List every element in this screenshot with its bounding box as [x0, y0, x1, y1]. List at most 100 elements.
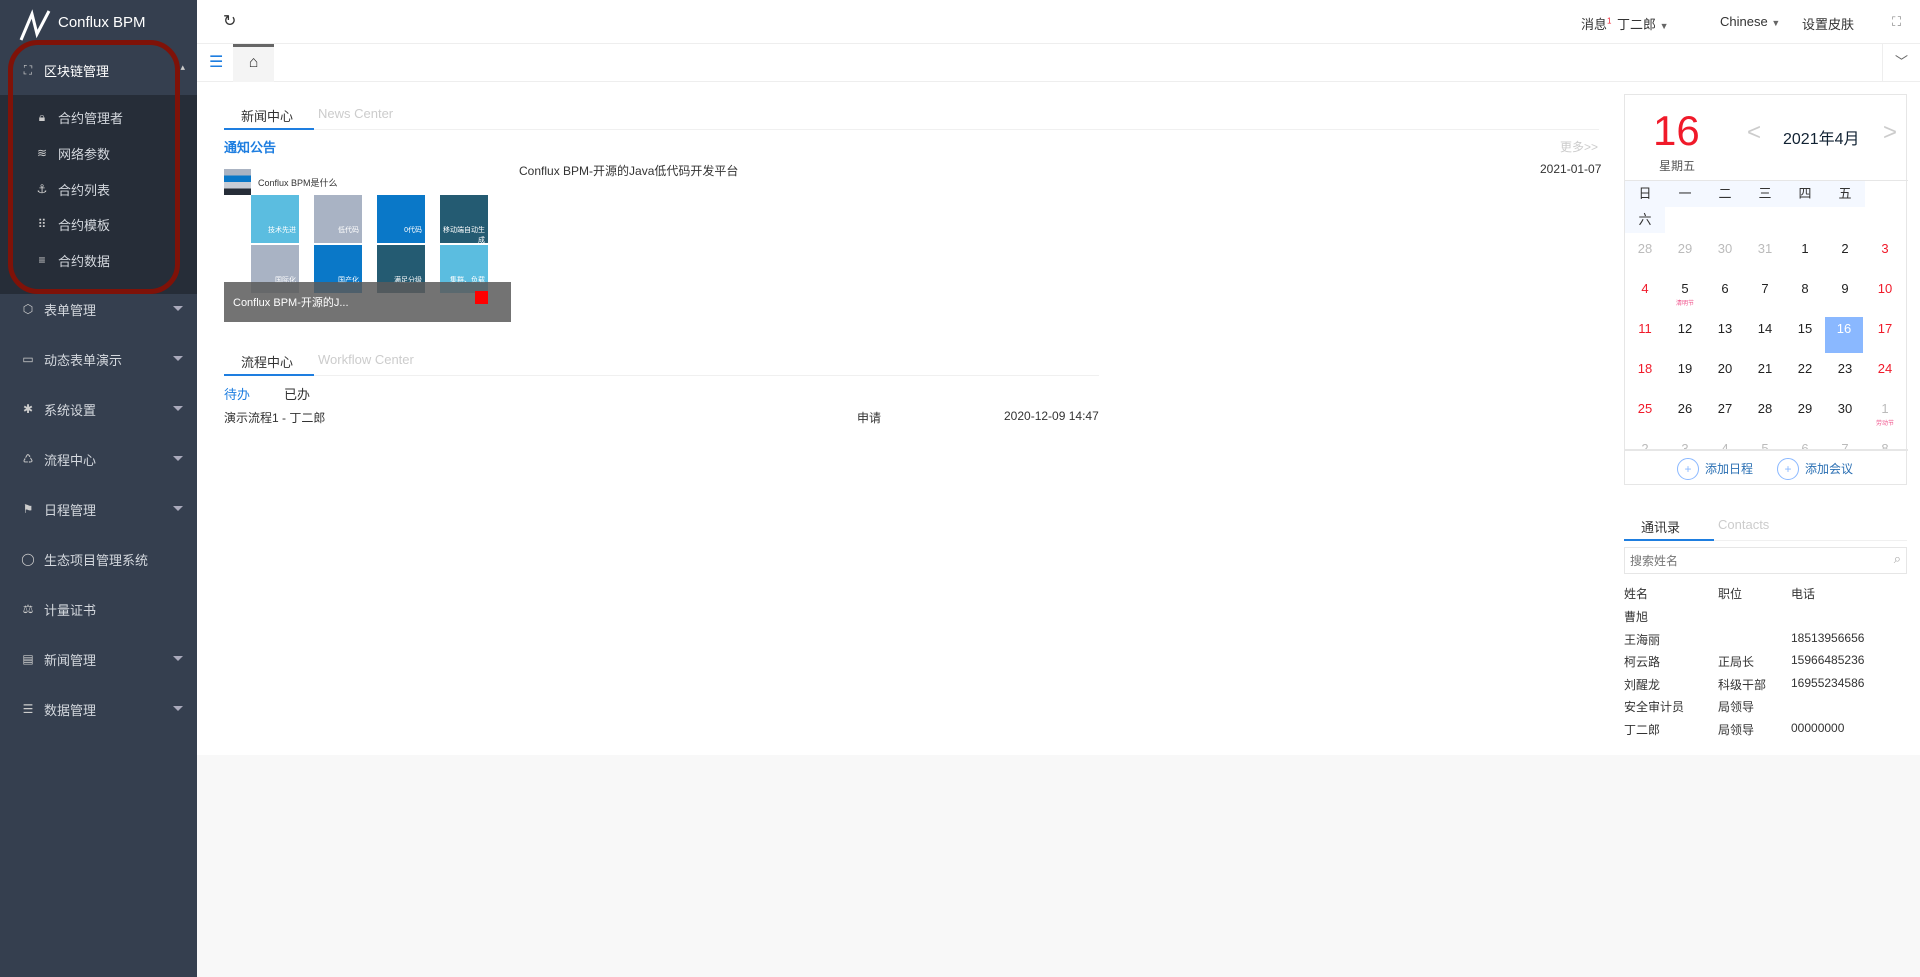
balance-icon: ⚖ [22, 602, 34, 616]
day-number: 1 [1881, 401, 1889, 416]
plus-icon: + [1777, 458, 1799, 480]
calendar-day[interactable]: 6 [1705, 277, 1745, 313]
contact-cell: 曹旭 [1624, 610, 1649, 624]
add-meeting-button[interactable]: + 添加会议 [1777, 458, 1853, 480]
calendar-day[interactable]: 11 [1625, 317, 1665, 353]
calendar-day[interactable]: 28 [1745, 397, 1785, 433]
calendar-day[interactable]: 17 [1865, 317, 1905, 353]
news-image[interactable]: Conflux BPM是什么 技术先进 低代码 0代码 移动端自动生成 国际化 国产化 满足… [224, 169, 511, 322]
sidebar-item[interactable]: ◯ 生态项目管理系统 [0, 539, 197, 579]
calendar-day[interactable]: 8 [1785, 277, 1825, 313]
day-number: 29 [1797, 401, 1813, 416]
calendar-day[interactable]: 18 [1625, 357, 1665, 393]
calendar-day[interactable]: 23 [1825, 357, 1865, 393]
sidebar-item[interactable]: ✱ 系统设置 [0, 389, 197, 429]
calendar-day[interactable]: 1 劳动节 [1865, 397, 1905, 433]
day-number: 3 [1881, 241, 1889, 256]
calendar-day[interactable]: 2 [1625, 437, 1665, 449]
tab-home[interactable]: ⌂ [233, 44, 274, 82]
title-cn: 通讯录 [1624, 517, 1714, 541]
calendar-day[interactable]: 8 [1865, 437, 1905, 449]
tile-label: 移动端自动生成 [443, 227, 485, 244]
calendar-day[interactable]: 10 [1865, 277, 1905, 313]
calendar-day[interactable]: 29 [1785, 397, 1825, 433]
top-bar: ↻ 消息1 丁二郎 ▼ Chinese ▼ 设置皮肤 ⛶ [197, 0, 1920, 44]
calendar-day[interactable]: 5 [1745, 437, 1785, 449]
search-icon[interactable]: ⌕ [1894, 551, 1901, 567]
calendar-day[interactable]: 26 [1665, 397, 1705, 433]
day-number: 23 [1837, 361, 1853, 376]
sidebar-item[interactable]: ⚑ 日程管理 [0, 489, 197, 529]
calendar-day[interactable]: 4 [1705, 437, 1745, 449]
calendar-day[interactable]: 27 [1705, 397, 1745, 433]
weekday-header: 四 [1785, 181, 1825, 207]
calendar-day[interactable]: 2 [1825, 237, 1865, 273]
calendar-day[interactable]: 25 [1625, 397, 1665, 433]
day-number: 16 [1836, 321, 1852, 336]
day-number: 26 [1677, 401, 1693, 416]
sidebar-item[interactable]: ⚖ 计量证书 [0, 589, 197, 629]
add-schedule-button[interactable]: + 添加日程 [1677, 458, 1753, 480]
news-section-title: 新闻中心 News Center [224, 106, 1599, 130]
contacts-header: 姓名 [1624, 587, 1649, 601]
calendar-day[interactable]: 7 [1745, 277, 1785, 313]
menu-toggle-icon[interactable]: ☰ [209, 52, 223, 72]
refresh-icon[interactable]: ↻ [223, 11, 236, 31]
skin-settings-link[interactable]: 设置皮肤 [1802, 14, 1854, 33]
user-dropdown[interactable]: 丁二郎 ▼ [1617, 14, 1669, 33]
language-dropdown[interactable]: Chinese ▼ [1720, 14, 1780, 29]
sidebar-item[interactable]: ▭ 动态表单演示 [0, 339, 197, 379]
tab-todo[interactable]: 待办 [224, 384, 250, 403]
fullscreen-icon[interactable]: ⛶ [1892, 14, 1901, 30]
day-number: 22 [1797, 361, 1813, 376]
calendar-day[interactable]: 29 [1665, 237, 1705, 273]
calendar-day[interactable]: 21 [1745, 357, 1785, 393]
news-logo-icon [224, 169, 251, 195]
contact-cell: 安全审计员 [1624, 700, 1685, 714]
calendar-day[interactable]: 20 [1705, 357, 1745, 393]
calendar-day[interactable]: 1 [1785, 237, 1825, 273]
calendar-day[interactable]: 16 [1825, 317, 1863, 353]
calendar-day[interactable]: 5 清明节 [1665, 277, 1705, 313]
calendar-day[interactable]: 3 [1865, 237, 1905, 273]
day-number: 17 [1877, 321, 1893, 336]
logo-icon [19, 9, 51, 41]
prev-month-button[interactable]: < [1747, 119, 1761, 147]
day-number: 12 [1677, 321, 1693, 336]
sidebar-item[interactable]: ♺ 流程中心 [0, 439, 197, 479]
calendar-day[interactable]: 30 [1825, 397, 1865, 433]
calendar-day[interactable]: 9 [1825, 277, 1865, 313]
workflow-row-time: 2020-12-09 14:47 [1004, 409, 1099, 423]
contact-search-input[interactable] [1624, 547, 1907, 574]
home-icon: ⌂ [248, 54, 259, 71]
sidebar-item[interactable]: ⬡ 表单管理 [0, 289, 197, 329]
calendar-day[interactable]: 7 [1825, 437, 1865, 449]
sidebar-item[interactable]: ▤ 新闻管理 [0, 639, 197, 679]
workflow-row-name[interactable]: 演示流程1 - 丁二郎 [224, 409, 325, 426]
contact-cell: 柯云路 [1624, 655, 1661, 669]
calendar-day[interactable]: 4 [1625, 277, 1665, 313]
calendar-day[interactable]: 14 [1745, 317, 1785, 353]
calendar-day[interactable]: 28 [1625, 237, 1665, 273]
calendar-day[interactable]: 31 [1745, 237, 1785, 273]
day-number: 9 [1841, 281, 1849, 296]
calendar-day[interactable]: 22 [1785, 357, 1825, 393]
news-item-title[interactable]: Conflux BPM-开源的Java低代码开发平台 [519, 162, 738, 179]
calendar-day[interactable]: 30 [1705, 237, 1745, 273]
calendar-day[interactable]: 19 [1665, 357, 1705, 393]
calendar-day[interactable]: 24 [1865, 357, 1905, 393]
calendar-day[interactable]: 15 [1785, 317, 1825, 353]
sidebar-item[interactable]: ☰ 数据管理 [0, 689, 197, 729]
day-number: 30 [1837, 401, 1853, 416]
next-month-button[interactable]: > [1883, 119, 1897, 147]
calendar-day[interactable]: 6 [1785, 437, 1825, 449]
calendar-day[interactable]: 3 [1665, 437, 1705, 449]
tab-done[interactable]: 已办 [284, 384, 310, 403]
more-link[interactable]: 更多>> [1560, 138, 1598, 155]
calendar-day[interactable]: 12 [1665, 317, 1705, 353]
calendar-day[interactable]: 13 [1705, 317, 1745, 353]
messages-link[interactable]: 消息1 [1581, 14, 1611, 33]
tabs-dropdown-icon[interactable]: ﹀ [1882, 44, 1920, 82]
title-en: Contacts [1718, 517, 1770, 532]
highlight-annotation [8, 40, 180, 294]
